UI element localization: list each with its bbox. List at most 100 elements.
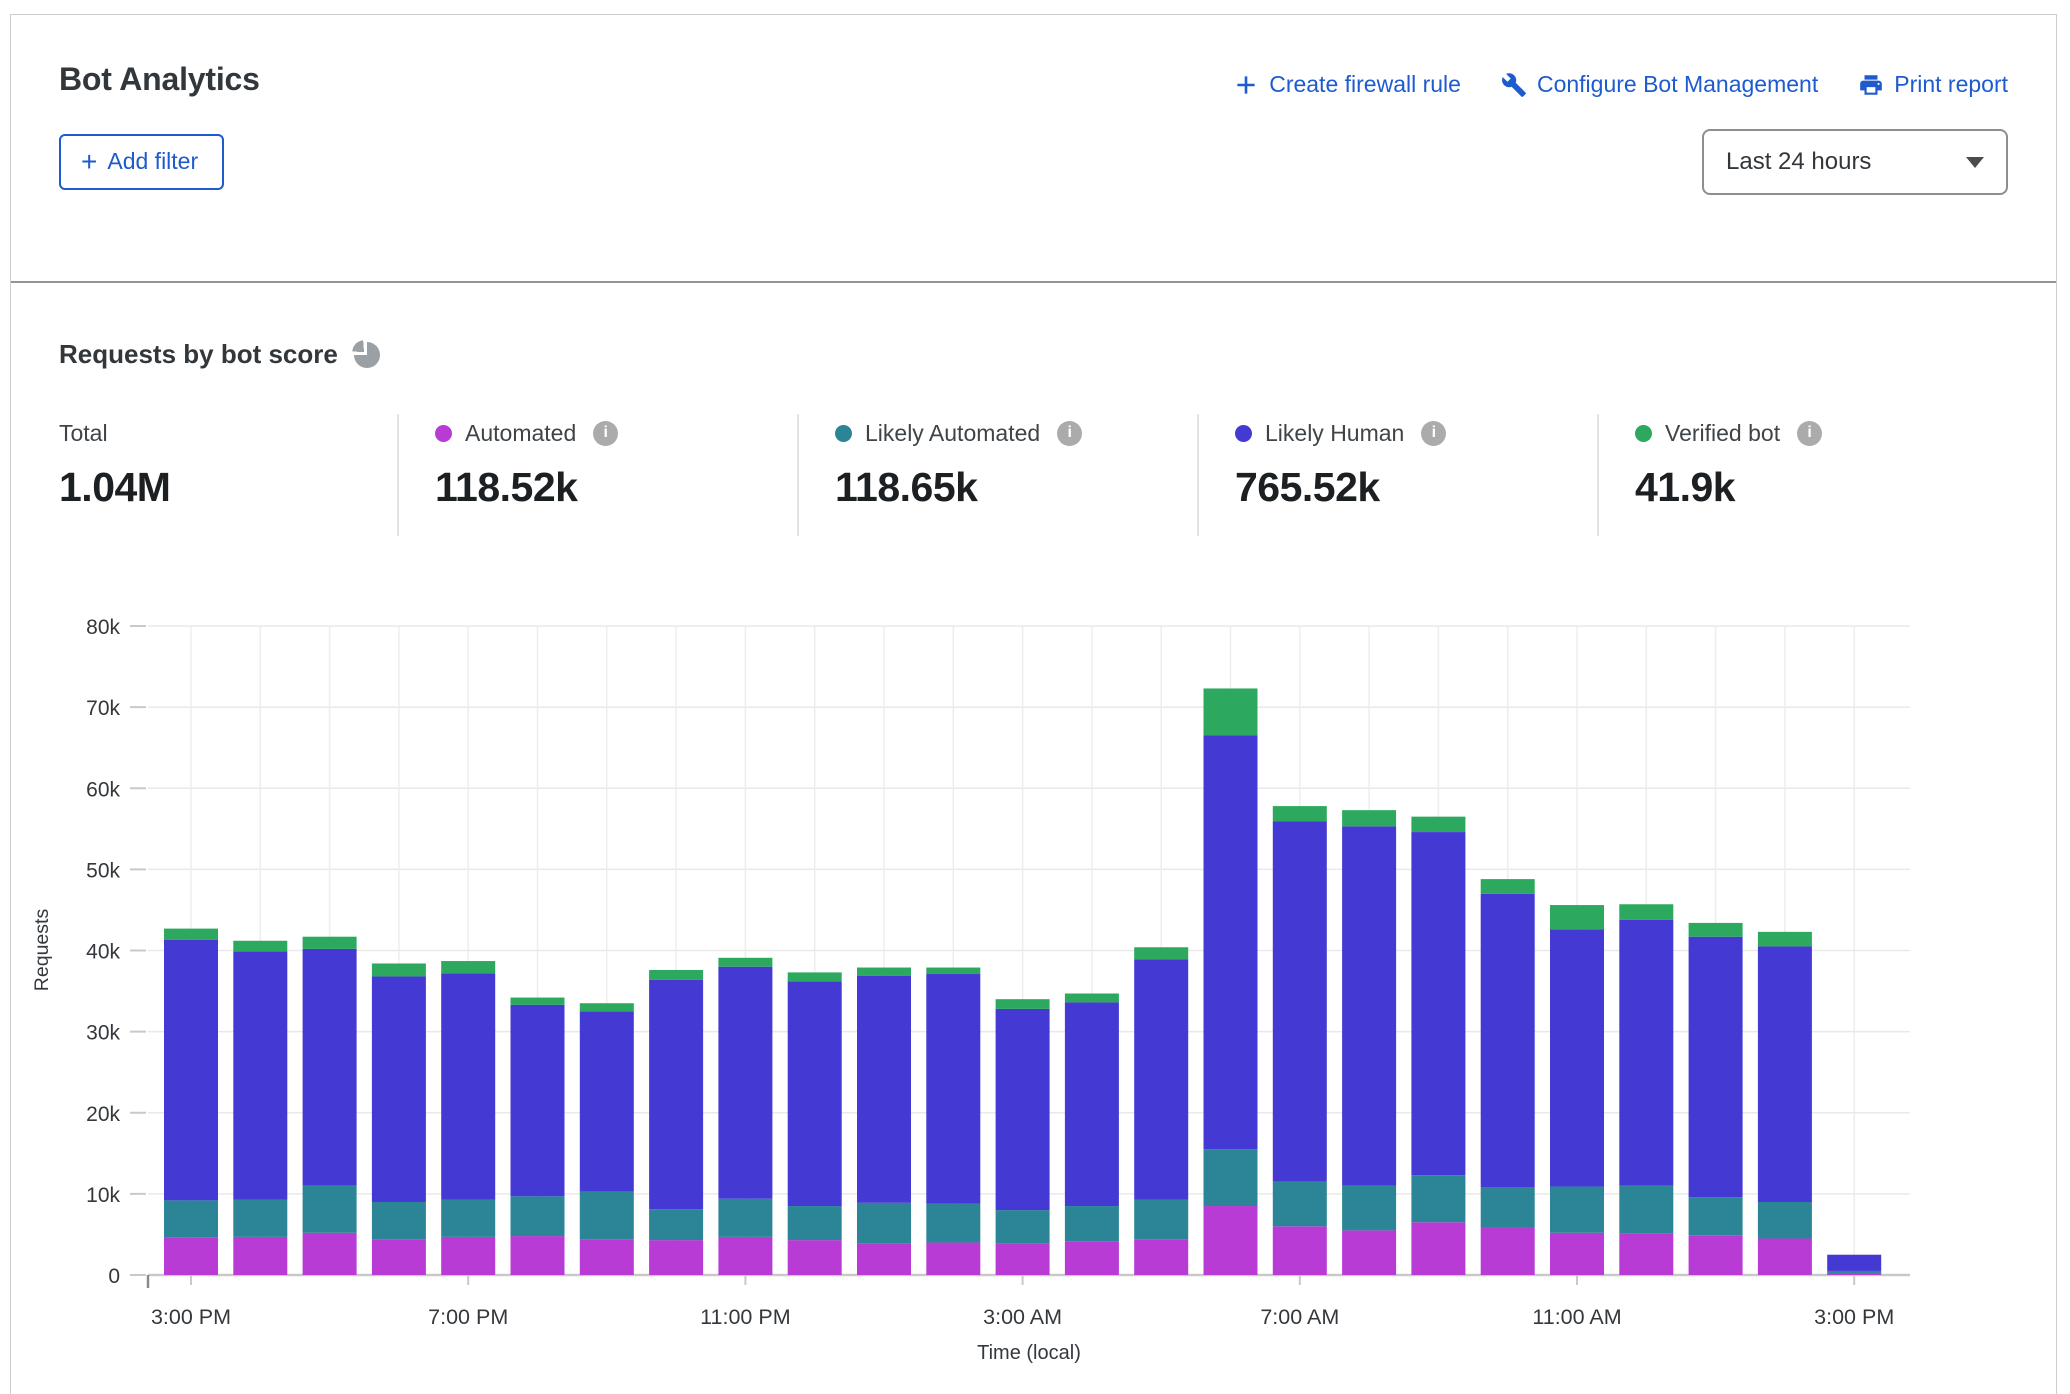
bar-segment-automated[interactable] bbox=[164, 1238, 218, 1275]
bar-segment-likely-automated[interactable] bbox=[441, 1200, 495, 1237]
bar-segment-likely-automated[interactable] bbox=[1481, 1187, 1535, 1228]
bar-segment-verified-bot[interactable] bbox=[788, 972, 842, 981]
bar-segment-likely-human[interactable] bbox=[1134, 959, 1188, 1199]
bar-segment-likely-human[interactable] bbox=[926, 974, 980, 1204]
bar-segment-likely-human[interactable] bbox=[718, 967, 772, 1199]
bar-segment-automated[interactable] bbox=[649, 1240, 703, 1275]
bar-segment-likely-automated[interactable] bbox=[233, 1200, 287, 1237]
bar-segment-verified-bot[interactable] bbox=[1411, 817, 1465, 832]
bar-segment-likely-automated[interactable] bbox=[1134, 1200, 1188, 1240]
bar-segment-likely-human[interactable] bbox=[580, 1011, 634, 1191]
bar-segment-likely-automated[interactable] bbox=[649, 1209, 703, 1240]
bar-segment-likely-automated[interactable] bbox=[1550, 1187, 1604, 1233]
bar-segment-likely-automated[interactable] bbox=[164, 1200, 218, 1237]
bar-segment-likely-human[interactable] bbox=[788, 981, 842, 1206]
action-create-firewall-rule[interactable]: Create firewall rule bbox=[1233, 71, 1461, 98]
bar-segment-likely-human[interactable] bbox=[1204, 736, 1258, 1150]
bar-segment-automated[interactable] bbox=[1619, 1234, 1673, 1275]
bar-segment-likely-automated[interactable] bbox=[1342, 1186, 1396, 1231]
bar-segment-likely-human[interactable] bbox=[1689, 937, 1743, 1197]
bar-segment-verified-bot[interactable] bbox=[1342, 810, 1396, 826]
bar-segment-automated[interactable] bbox=[857, 1243, 911, 1275]
bar-segment-automated[interactable] bbox=[1134, 1239, 1188, 1275]
bar-segment-likely-human[interactable] bbox=[1758, 946, 1812, 1202]
bar-segment-automated[interactable] bbox=[718, 1237, 772, 1275]
bar-segment-likely-human[interactable] bbox=[996, 1009, 1050, 1210]
bar-segment-verified-bot[interactable] bbox=[511, 998, 565, 1005]
bar-segment-likely-human[interactable] bbox=[1065, 1002, 1119, 1206]
bar-segment-verified-bot[interactable] bbox=[1134, 947, 1188, 959]
bar-segment-likely-human[interactable] bbox=[441, 973, 495, 1199]
bar-segment-verified-bot[interactable] bbox=[857, 968, 911, 976]
bar-segment-likely-automated[interactable] bbox=[1273, 1182, 1327, 1227]
bar-segment-verified-bot[interactable] bbox=[1689, 923, 1743, 937]
bar-segment-automated[interactable] bbox=[303, 1233, 357, 1275]
bar-segment-likely-human[interactable] bbox=[1411, 832, 1465, 1175]
bar-segment-verified-bot[interactable] bbox=[996, 999, 1050, 1009]
bar-segment-likely-human[interactable] bbox=[233, 951, 287, 1199]
bar-segment-verified-bot[interactable] bbox=[1619, 904, 1673, 919]
bar-segment-automated[interactable] bbox=[1827, 1273, 1881, 1275]
bar-segment-automated[interactable] bbox=[372, 1239, 426, 1275]
bar-segment-likely-automated[interactable] bbox=[996, 1210, 1050, 1243]
bar-segment-likely-automated[interactable] bbox=[1204, 1149, 1258, 1206]
bar-segment-automated[interactable] bbox=[1204, 1206, 1258, 1275]
add-filter-button[interactable]: + Add filter bbox=[59, 134, 224, 190]
bar-segment-likely-human[interactable] bbox=[1550, 929, 1604, 1186]
bar-segment-verified-bot[interactable] bbox=[1204, 688, 1258, 735]
bar-segment-automated[interactable] bbox=[441, 1237, 495, 1275]
bar-segment-automated[interactable] bbox=[1273, 1226, 1327, 1275]
bar-segment-likely-human[interactable] bbox=[1273, 822, 1327, 1182]
bar-segment-verified-bot[interactable] bbox=[303, 937, 357, 949]
bar-segment-verified-bot[interactable] bbox=[926, 968, 980, 974]
bar-segment-likely-automated[interactable] bbox=[718, 1199, 772, 1237]
bar-segment-verified-bot[interactable] bbox=[649, 970, 703, 980]
bar-segment-likely-automated[interactable] bbox=[1689, 1197, 1743, 1235]
bar-segment-automated[interactable] bbox=[580, 1239, 634, 1275]
bar-segment-likely-automated[interactable] bbox=[1758, 1202, 1812, 1239]
bar-segment-automated[interactable] bbox=[1411, 1222, 1465, 1275]
bar-segment-likely-automated[interactable] bbox=[926, 1204, 980, 1243]
action-configure-bot-management[interactable]: Configure Bot Management bbox=[1501, 71, 1818, 98]
bar-segment-automated[interactable] bbox=[1065, 1242, 1119, 1275]
bar-segment-verified-bot[interactable] bbox=[233, 941, 287, 952]
bar-segment-verified-bot[interactable] bbox=[1273, 806, 1327, 821]
bar-segment-automated[interactable] bbox=[788, 1240, 842, 1275]
bar-segment-verified-bot[interactable] bbox=[1481, 879, 1535, 894]
bar-segment-likely-human[interactable] bbox=[1481, 894, 1535, 1188]
bar-segment-automated[interactable] bbox=[233, 1237, 287, 1275]
info-icon[interactable]: i bbox=[593, 421, 618, 446]
bar-segment-likely-automated[interactable] bbox=[303, 1186, 357, 1233]
bar-segment-likely-human[interactable] bbox=[1342, 826, 1396, 1185]
bar-segment-likely-automated[interactable] bbox=[1619, 1186, 1673, 1234]
bar-segment-automated[interactable] bbox=[996, 1243, 1050, 1275]
bar-segment-automated[interactable] bbox=[1689, 1235, 1743, 1275]
bar-segment-likely-automated[interactable] bbox=[1827, 1271, 1881, 1273]
bar-segment-verified-bot[interactable] bbox=[441, 961, 495, 973]
action-print-report[interactable]: Print report bbox=[1858, 71, 2008, 98]
bar-segment-likely-automated[interactable] bbox=[1065, 1206, 1119, 1242]
bar-segment-verified-bot[interactable] bbox=[372, 963, 426, 976]
bar-segment-likely-human[interactable] bbox=[1827, 1255, 1881, 1271]
info-icon[interactable]: i bbox=[1057, 421, 1082, 446]
bar-segment-likely-automated[interactable] bbox=[857, 1203, 911, 1244]
bar-segment-automated[interactable] bbox=[511, 1236, 565, 1275]
bar-segment-likely-automated[interactable] bbox=[1411, 1175, 1465, 1222]
time-range-dropdown[interactable]: Last 24 hours bbox=[1702, 129, 2008, 195]
info-icon[interactable]: i bbox=[1421, 421, 1446, 446]
bar-segment-likely-human[interactable] bbox=[303, 949, 357, 1186]
bar-segment-likely-automated[interactable] bbox=[511, 1196, 565, 1236]
bar-segment-verified-bot[interactable] bbox=[718, 958, 772, 967]
bar-segment-likely-human[interactable] bbox=[857, 976, 911, 1203]
info-icon[interactable]: i bbox=[1797, 421, 1822, 446]
bar-segment-automated[interactable] bbox=[1758, 1238, 1812, 1275]
bar-segment-likely-automated[interactable] bbox=[580, 1191, 634, 1239]
bar-segment-automated[interactable] bbox=[1342, 1230, 1396, 1275]
bar-segment-verified-bot[interactable] bbox=[1065, 993, 1119, 1002]
bar-segment-automated[interactable] bbox=[926, 1243, 980, 1275]
bar-segment-likely-automated[interactable] bbox=[788, 1206, 842, 1240]
bar-segment-automated[interactable] bbox=[1550, 1233, 1604, 1275]
bar-segment-likely-human[interactable] bbox=[649, 980, 703, 1210]
bar-segment-automated[interactable] bbox=[1481, 1228, 1535, 1275]
bar-segment-likely-human[interactable] bbox=[372, 976, 426, 1202]
